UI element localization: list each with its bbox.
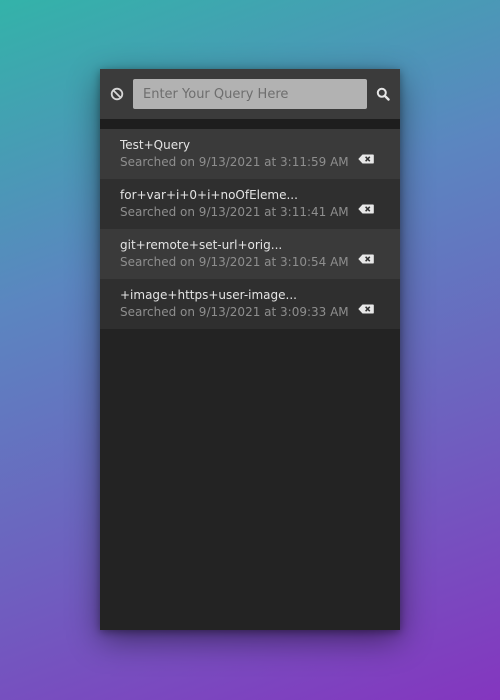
history-item-timestamp: Searched on 9/13/2021 at 3:11:59 AM (120, 155, 349, 169)
backspace-icon[interactable] (358, 249, 374, 264)
search-icon[interactable] (376, 86, 390, 101)
history-item-timestamp: Searched on 9/13/2021 at 3:09:33 AM (120, 305, 349, 319)
search-input[interactable] (133, 79, 367, 109)
history-item-timestamp: Searched on 9/13/2021 at 3:10:54 AM (120, 255, 349, 269)
history-item-query: for+var+i+0+i+noOfEleme... (120, 188, 298, 202)
history-item-query: git+remote+set-url+orig... (120, 238, 283, 252)
search-history-panel: Test+Query Searched on 9/13/2021 at 3:11… (100, 69, 400, 630)
backspace-icon[interactable] (358, 149, 374, 164)
history-list: Test+Query Searched on 9/13/2021 at 3:11… (100, 129, 400, 329)
history-item[interactable]: for+var+i+0+i+noOfEleme... Searched on 9… (100, 179, 400, 229)
history-item-timestamp: Searched on 9/13/2021 at 3:11:41 AM (120, 205, 349, 219)
history-item[interactable]: +image+https+user-image... Searched on 9… (100, 279, 400, 329)
history-item[interactable]: Test+Query Searched on 9/13/2021 at 3:11… (100, 129, 400, 179)
history-item[interactable]: git+remote+set-url+orig... Searched on 9… (100, 229, 400, 279)
search-toolbar (100, 69, 400, 119)
backspace-icon[interactable] (358, 199, 374, 214)
history-item-query: +image+https+user-image... (120, 288, 297, 302)
toolbar-divider (100, 119, 400, 129)
block-icon[interactable] (110, 86, 124, 101)
history-item-query: Test+Query (120, 138, 191, 152)
backspace-icon[interactable] (358, 299, 374, 314)
